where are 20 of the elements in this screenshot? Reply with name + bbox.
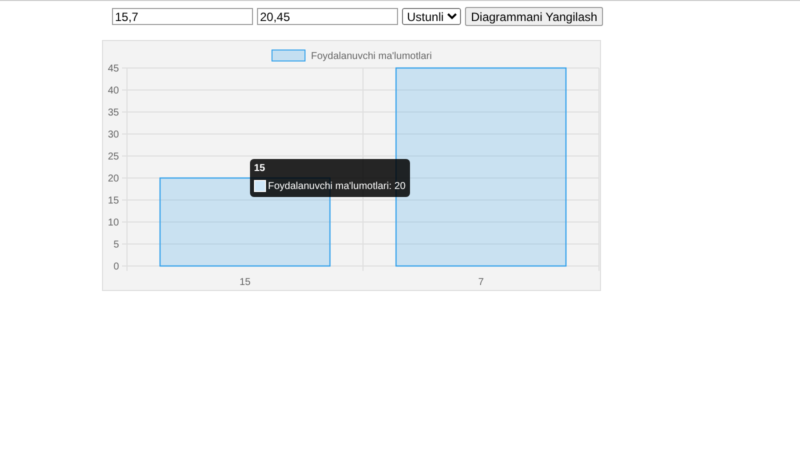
y-tick-label: 30 xyxy=(108,130,119,140)
input-field[interactable]: 20,45 xyxy=(257,8,398,25)
y-tick-label: 5 xyxy=(113,240,119,250)
tooltip-swatch-icon xyxy=(254,180,266,192)
update-chart-button[interactable]: Diagrammani Yangilash xyxy=(465,7,604,26)
x-tick-label: 15 xyxy=(239,277,251,288)
tooltip-title: 15 xyxy=(254,163,266,174)
y-tick-label: 25 xyxy=(108,152,119,162)
tooltip-label: Foydalanuvchi ma'lumotlari: 20 xyxy=(268,180,406,192)
y-tick-label: 20 xyxy=(108,174,119,184)
y-tick-label: 35 xyxy=(108,108,119,118)
y-tick-label: 15 xyxy=(108,196,119,206)
y-tick-label: 10 xyxy=(108,218,119,228)
y-tick-label: 40 xyxy=(108,86,119,96)
y-tick-label: 0 xyxy=(113,262,119,272)
legend-label: Foydalanuvchi ma'lumotlari xyxy=(311,51,432,62)
x-tick-label: 7 xyxy=(478,277,484,288)
input-field[interactable]: 15,7 xyxy=(112,8,253,25)
y-tick-label: 45 xyxy=(108,64,119,74)
chart-type-dropdown[interactable]: Ustunli xyxy=(402,8,461,25)
